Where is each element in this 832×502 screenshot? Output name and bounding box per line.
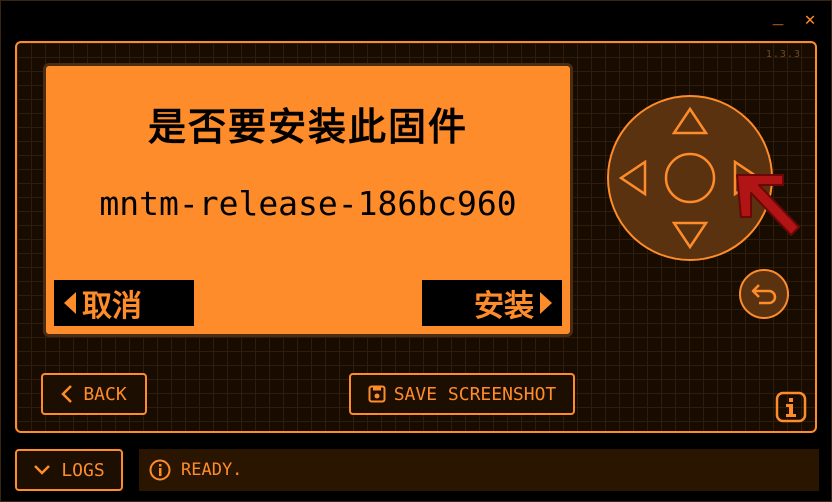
- chevron-down-icon: [34, 465, 51, 475]
- screen-cancel-label: 取消: [82, 289, 142, 324]
- camera-icon: [368, 385, 386, 403]
- device-screen: 是否要安装此固件 mntm-release-186bc960 取消 安装: [43, 63, 573, 337]
- save-screenshot-button[interactable]: SAVE SCREENSHOT: [349, 373, 575, 415]
- info-icon: [149, 459, 171, 481]
- status-text: READY.: [181, 460, 243, 480]
- back-button[interactable]: BACK: [41, 373, 147, 415]
- screen-install-label: 安装: [474, 289, 534, 324]
- status-bar: READY.: [139, 449, 819, 491]
- device-panel: 1.3.3 是否要安装此固件 mntm-release-186bc960 取消 …: [15, 41, 817, 433]
- app-window: _ ✕ 1.3.3 是否要安装此固件 mntm-release-186bc960…: [0, 0, 832, 502]
- info-button[interactable]: [775, 391, 807, 423]
- install-prompt-title: 是否要安装此固件: [147, 105, 468, 149]
- return-icon: [751, 284, 777, 305]
- minimize-button[interactable]: _: [769, 7, 787, 25]
- right-triangle-icon: [540, 292, 552, 314]
- logs-button[interactable]: LOGS: [15, 449, 123, 491]
- annotation-arrow-icon: [736, 174, 800, 236]
- logs-button-label: LOGS: [61, 459, 105, 481]
- close-button[interactable]: ✕: [801, 11, 819, 29]
- screen-install-button[interactable]: 安装: [422, 280, 562, 326]
- chevron-left-icon: [61, 385, 73, 403]
- firmware-name: mntm-release-186bc960: [99, 184, 517, 223]
- device-back-button[interactable]: [739, 269, 789, 319]
- back-button-label: BACK: [83, 383, 127, 405]
- save-screenshot-label: SAVE SCREENSHOT: [393, 383, 557, 405]
- screen-cancel-button[interactable]: 取消: [54, 280, 194, 326]
- left-triangle-icon: [64, 292, 76, 314]
- version-label: 1.3.3: [765, 49, 801, 60]
